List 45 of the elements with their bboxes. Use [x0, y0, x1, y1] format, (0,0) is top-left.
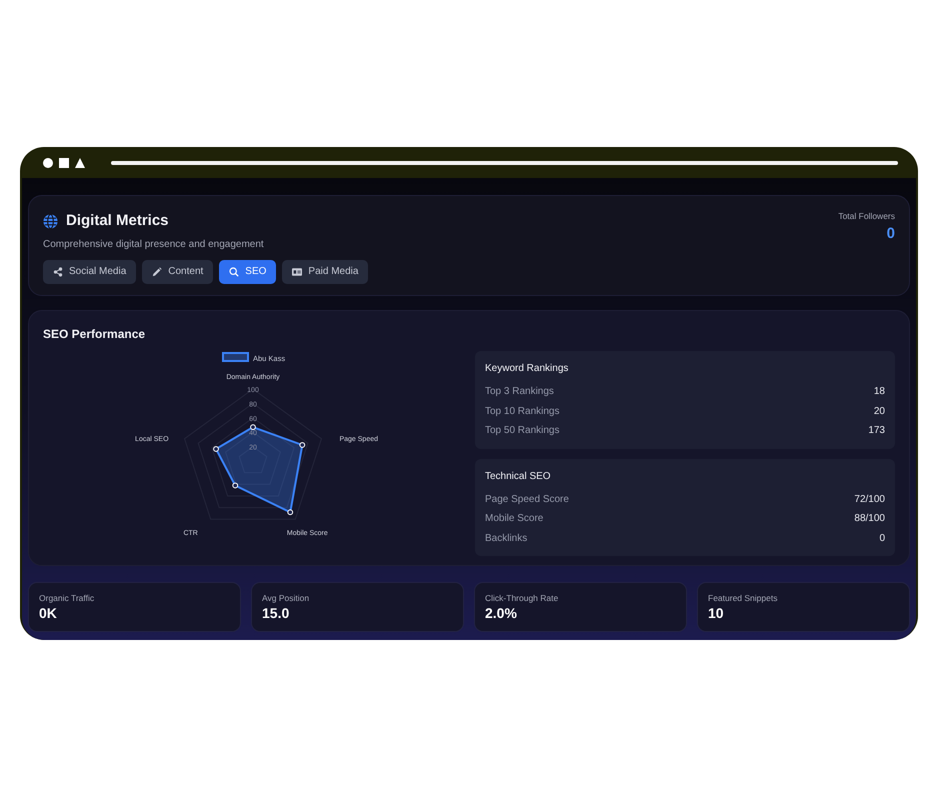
data-point [287, 509, 294, 516]
circle-icon [43, 158, 53, 168]
row-value: 0 [879, 532, 885, 546]
stat-label: Organic Traffic [39, 592, 96, 605]
row-label: Top 10 Rankings [485, 404, 560, 418]
stat-label: Click-Through Rate [485, 592, 560, 605]
row-value: 88/100 [854, 512, 885, 526]
globe-icon [43, 214, 58, 229]
triangle-icon [75, 158, 85, 168]
tab[interactable]: Paid Media [282, 260, 368, 284]
id-card-icon [292, 266, 302, 276]
section-title: SEO Performance [43, 326, 146, 343]
share-icon [53, 266, 63, 276]
stat-label: Featured Snippets [708, 592, 778, 605]
data-point [299, 442, 306, 448]
row-label: Backlinks [485, 532, 528, 546]
page-title: Digital Metrics [66, 211, 169, 231]
row-value: 72/100 [854, 492, 885, 506]
data-point [213, 446, 219, 452]
stat-label: Avg Position [262, 592, 310, 605]
panel-title: Keyword Rankings [485, 362, 570, 376]
page-subtitle: Comprehensive digital presence and engagement [43, 238, 265, 252]
stat-value: 10 [708, 604, 725, 622]
row-value: 18 [874, 385, 885, 399]
pencil-icon [152, 266, 162, 276]
legend-swatch [222, 352, 249, 362]
followers-count: 0 [886, 224, 895, 244]
followers-label: Total Followers [838, 210, 895, 223]
row-label: Page Speed Score [485, 492, 569, 506]
stat-value: 0K [39, 604, 58, 622]
tab[interactable]: Content [142, 260, 214, 284]
row-label: Mobile Score [485, 512, 544, 526]
row-value: 173 [868, 424, 885, 438]
square-icon [59, 158, 69, 168]
data-point [232, 482, 238, 488]
tab[interactable]: SEO [219, 260, 276, 284]
panel-title: Technical SEO [485, 470, 552, 484]
row-value: 20 [874, 404, 885, 418]
tab[interactable]: Social Media [43, 260, 136, 284]
search-icon [229, 266, 240, 276]
row-label: Top 3 Rankings [485, 385, 554, 399]
stat-value: 15.0 [262, 604, 290, 622]
data-point [250, 424, 256, 430]
stat-value: 2.0% [485, 604, 518, 622]
row-label: Top 50 Rankings [485, 424, 560, 438]
